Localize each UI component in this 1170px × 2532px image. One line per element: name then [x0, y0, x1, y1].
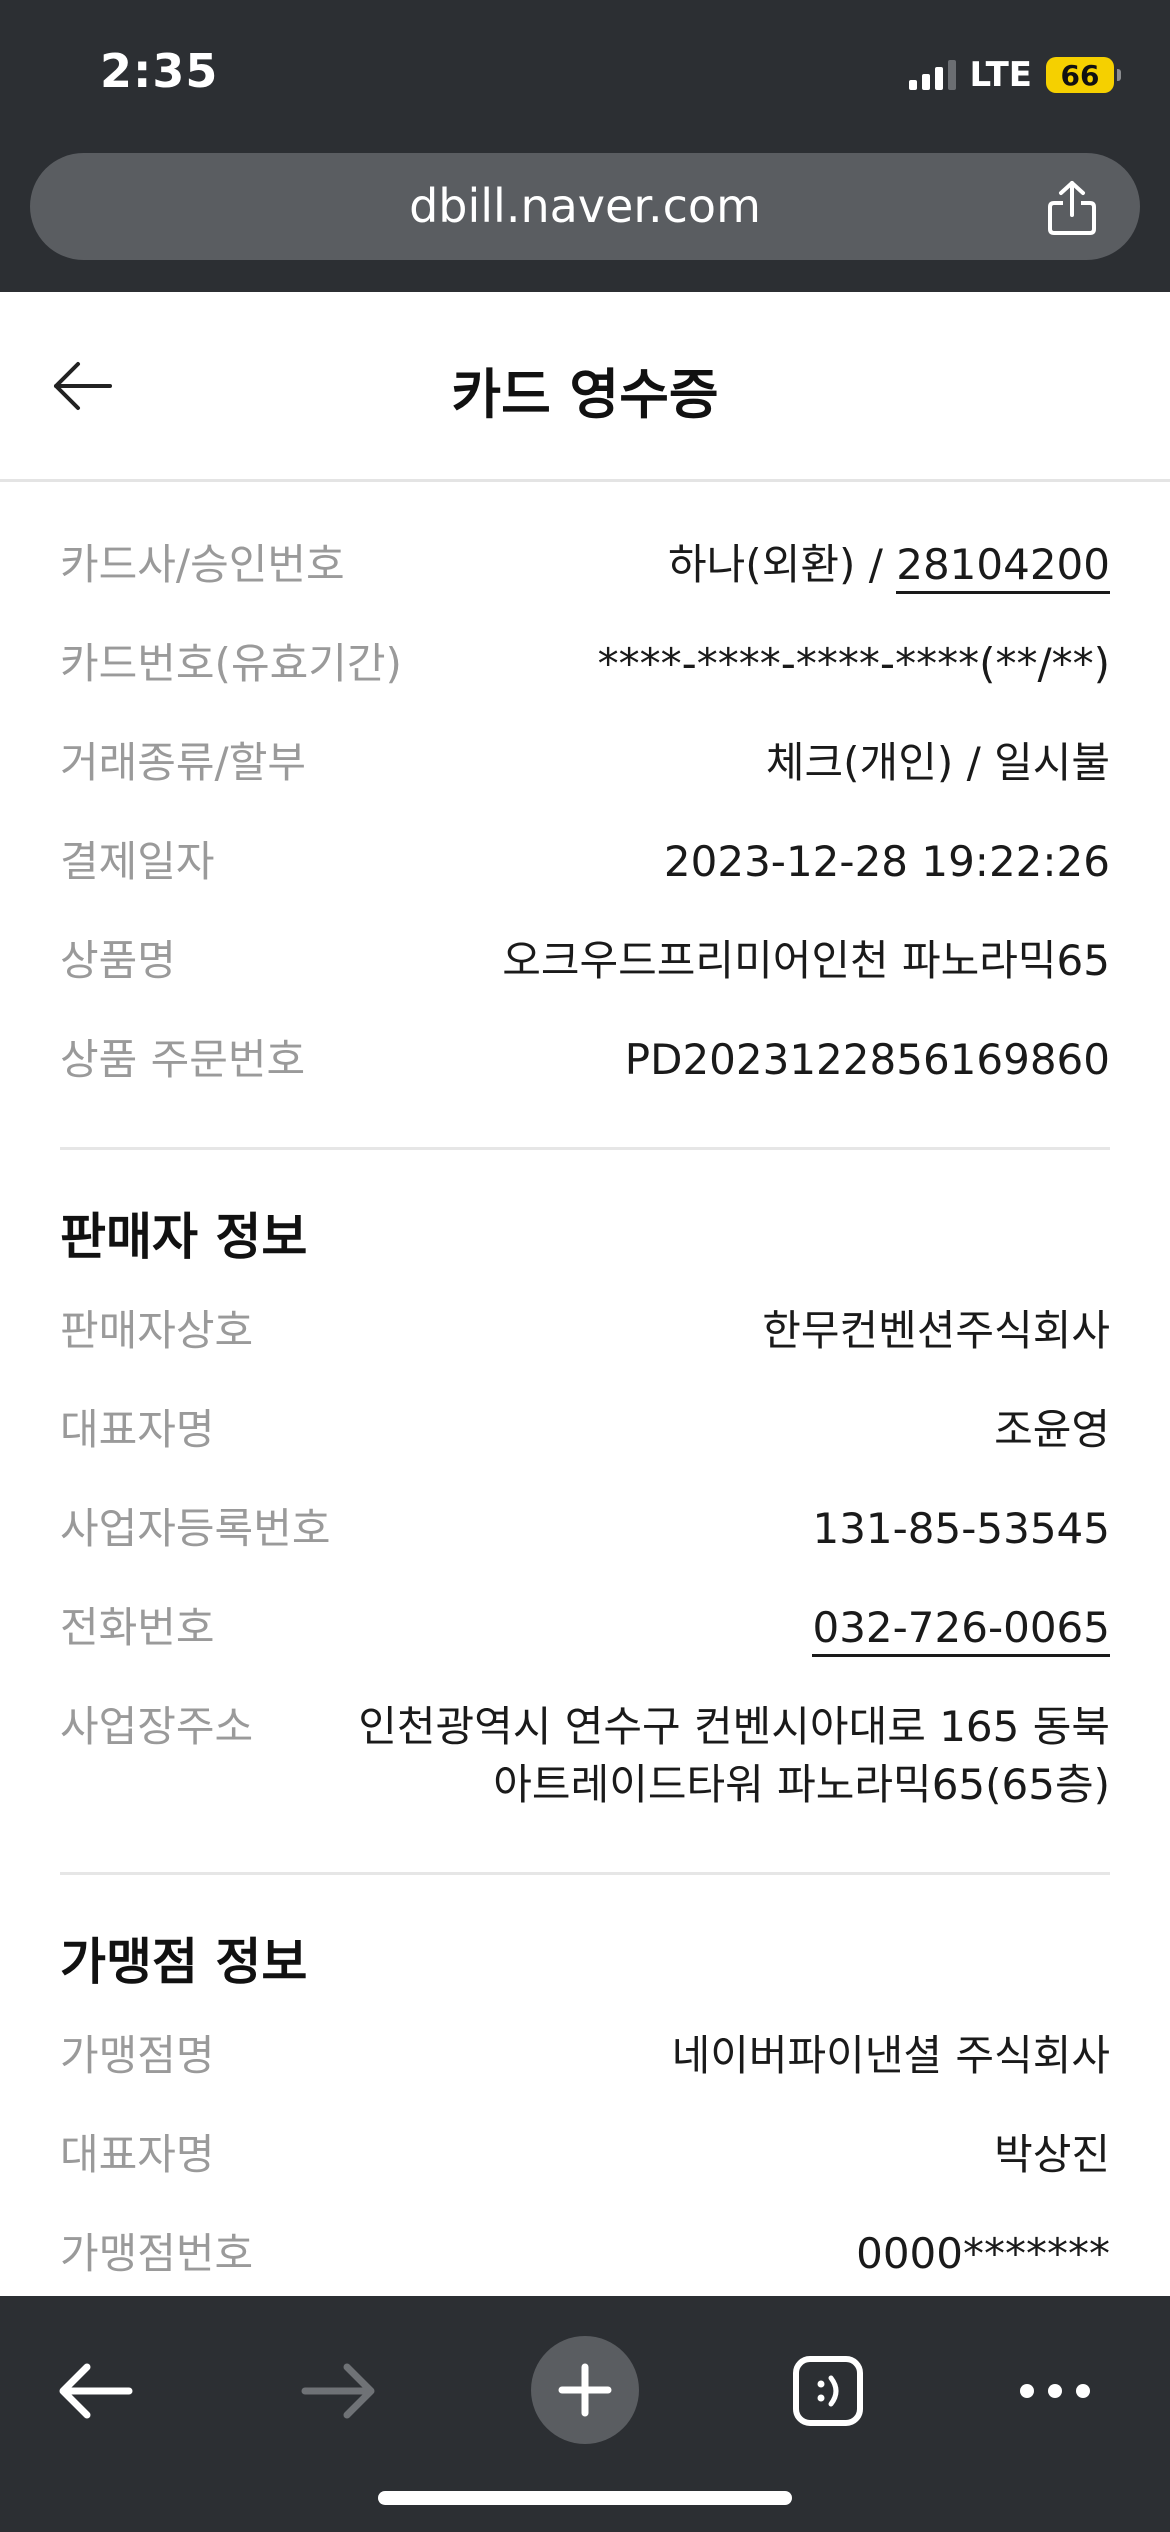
url-bar[interactable]: dbill.naver.com [30, 153, 1140, 260]
row-label: 카드사/승인번호 [60, 540, 345, 589]
divider [60, 1147, 1110, 1150]
row-label: 대표자명 [60, 1405, 215, 1454]
row-label: 상품명 [60, 936, 176, 985]
row-phone: 전화번호 032-726-0065 [60, 1599, 1110, 1657]
row-label: 판매자상호 [60, 1306, 254, 1355]
row-merchant-number: 가맹점번호 0000******* [60, 2225, 1110, 2283]
page-header: 카드 영수증 [0, 292, 1170, 482]
more-button[interactable] [1000, 2336, 1110, 2446]
divider [60, 1872, 1110, 1875]
row-value: 2023-12-28 19:22:26 [663, 837, 1110, 886]
row-payment-date: 결제일자 2023-12-28 19:22:26 [60, 833, 1110, 891]
row-value: PD2023122856169860 [624, 1035, 1110, 1084]
card-company-text: 하나(외환) / [668, 540, 897, 589]
signal-icon [908, 60, 956, 90]
nav-back-button[interactable] [40, 2336, 150, 2446]
row-label: 결제일자 [60, 837, 215, 886]
section-title-merchant: 가맹점 정보 [60, 1933, 308, 1991]
section-title-seller: 판매자 정보 [60, 1208, 308, 1266]
row-order-number: 상품 주문번호 PD2023122856169860 [60, 1031, 1110, 1089]
row-label: 대표자명 [60, 2130, 215, 2179]
chevron-right-icon [301, 2363, 375, 2419]
row-label: 사업자등록번호 [60, 1504, 331, 1553]
address-line-1: 인천광역시 연수구 컨벤시아대로 165 동북 [358, 1702, 1110, 1751]
row-label: 가맹점번호 [60, 2229, 254, 2278]
status-time: 2:35 [100, 44, 219, 98]
row-label: 사업장주소 [60, 1702, 254, 1751]
battery-icon: 66 [1046, 57, 1121, 93]
row-value: 네이버파이낸셜 주식회사 [671, 2031, 1110, 2080]
receipt-content: 카드사/승인번호 하나(외환) / 28104200 카드번호(유효기간) **… [60, 482, 1110, 2283]
row-value: 하나(외환) / 28104200 [668, 536, 1110, 594]
row-label: 전화번호 [60, 1603, 215, 1652]
row-value: 오크우드프리미어인천 파노라믹65 [502, 936, 1110, 985]
row-value: 박상진 [994, 2130, 1110, 2179]
nav-forward-button[interactable] [284, 2336, 394, 2446]
row-label: 상품 주문번호 [60, 1035, 306, 1084]
share-icon[interactable] [1044, 179, 1100, 237]
home-indicator [378, 2491, 792, 2505]
row-label: 가맹점명 [60, 2031, 215, 2080]
url-text[interactable]: dbill.naver.com [30, 153, 1140, 260]
row-seller-name: 판매자상호 한무컨벤션주식회사 [60, 1302, 1110, 1360]
row-address: 사업장주소 인천광역시 연수구 컨벤시아대로 165 동북 아트레이드타워 파노… [60, 1698, 1110, 1814]
page-title: 카드 영수증 [451, 363, 719, 426]
chevron-left-icon [59, 2363, 133, 2419]
network-type: LTE [969, 55, 1032, 95]
row-transaction-type: 거래종류/할부 체크(개인) / 일시불 [60, 734, 1110, 792]
tabs-icon [793, 2356, 863, 2426]
tabs-button[interactable] [773, 2336, 883, 2446]
row-card-approval: 카드사/승인번호 하나(외환) / 28104200 [60, 536, 1110, 594]
row-value: 조윤영 [994, 1405, 1110, 1454]
status-indicators: LTE 66 [908, 52, 1121, 98]
row-value: 032-726-0065 [812, 1599, 1110, 1657]
row-value: ****-****-****-****(**/**) [597, 639, 1110, 688]
browser-chrome-top: 2:35 LTE 66 dbill.naver.com [0, 0, 1170, 292]
row-seller-ceo: 대표자명 조윤영 [60, 1401, 1110, 1459]
more-icon [1020, 2384, 1090, 2398]
phone-link[interactable]: 032-726-0065 [812, 1603, 1110, 1657]
approval-number-link[interactable]: 28104200 [896, 540, 1110, 594]
phone-screen: 2:35 LTE 66 dbill.naver.com 카드 영수증 카드사/승… [0, 0, 1170, 2532]
row-value: 한무컨벤션주식회사 [762, 1306, 1110, 1355]
row-value: 131-85-53545 [812, 1504, 1110, 1553]
new-tab-button[interactable] [530, 2335, 640, 2445]
row-value: 0000******* [856, 2229, 1110, 2278]
row-business-number: 사업자등록번호 131-85-53545 [60, 1500, 1110, 1558]
row-product-name: 상품명 오크우드프리미어인천 파노라믹65 [60, 932, 1110, 990]
row-merchant-name: 가맹점명 네이버파이낸셜 주식회사 [60, 2027, 1110, 2085]
plus-icon [531, 2336, 639, 2444]
row-merchant-ceo: 대표자명 박상진 [60, 2126, 1110, 2184]
row-label: 카드번호(유효기간) [60, 639, 402, 688]
row-value: 인천광역시 연수구 컨벤시아대로 165 동북 아트레이드타워 파노라믹65(6… [358, 1698, 1110, 1814]
address-line-2: 아트레이드타워 파노라믹65(65층) [493, 1760, 1110, 1809]
battery-level: 66 [1060, 58, 1100, 92]
row-value: 체크(개인) / 일시불 [765, 738, 1110, 787]
row-label: 거래종류/할부 [60, 738, 306, 787]
row-card-number: 카드번호(유효기간) ****-****-****-****(**/**) [60, 635, 1110, 693]
